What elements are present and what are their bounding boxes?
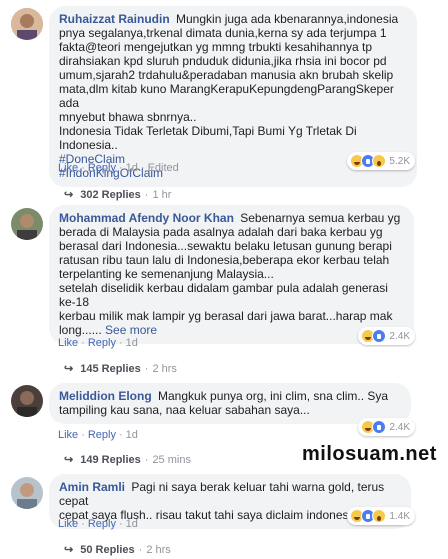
comment-author[interactable]: Amin Ramli [59,480,125,494]
like-link[interactable]: Like [58,518,78,530]
replies-time: 2 hrs [146,544,171,556]
timestamp[interactable]: 1d [126,337,138,349]
comment-actions: Like · Reply · 1d [58,337,138,349]
see-more-link[interactable]: See more [105,323,157,337]
comment-author[interactable]: Ruhaizzat Rainudin [59,12,170,26]
reply-arrow-icon: ↪ [64,189,74,201]
timestamp[interactable]: 1d [126,162,138,174]
reactions-summary[interactable]: 2.4K [358,418,415,436]
comment-text-line: tampiling kau sana, naa keluar sabahan s… [59,403,310,417]
avatar[interactable] [11,385,43,417]
comment-text-line: Mungkin juga ada kbenarannya,indonesia [176,12,399,26]
reply-arrow-icon: ↪ [64,454,74,466]
avatar[interactable] [11,8,43,40]
comment-text-line: setelah diselidik kerbau didalam gambar … [59,281,388,309]
comment-text-line: Indonesia Tidak Terletak Dibumi,Tapi Bum… [59,124,357,152]
comment-text-line: berasal dari Indonesia...sewaktu belaku … [59,239,392,253]
reactions-summary[interactable]: 2.4K [358,327,415,345]
comment-actions: Like · Reply · 1d · Edited [58,162,179,174]
reaction-count: 2.4K [389,330,410,342]
timestamp[interactable]: 1d [126,429,138,441]
like-link[interactable]: Like [58,429,78,441]
wow-icon [372,154,387,168]
comment-text-line: dirahsiakan kpd sluruh pnduduk didunia,j… [59,54,387,68]
comment-text-line: mata,dlm kitab kuno MarangKerapuKepungde… [59,82,394,110]
reply-arrow-icon: ↪ [64,363,74,375]
replies-time: 1 hr [152,189,172,201]
like-icon [372,420,387,434]
comment-text-line: Mangkuk punya org, ini clim, sna clim.. … [158,389,389,403]
comment-author[interactable]: Mohammad Afendy Noor Khan [59,211,234,225]
comment-author[interactable]: Meliddion Elong [59,389,152,403]
view-replies-link[interactable]: ↪ 50 Replies · 2 hrs [64,543,171,556]
reactions-summary[interactable]: 5.2K [347,152,415,170]
like-link[interactable]: Like [58,162,78,174]
like-icon [372,329,387,343]
reply-arrow-icon: ↪ [64,544,74,556]
comment-actions: Like · Reply · 1d [58,429,138,441]
comment-bubble: Meliddion Elong Mangkuk punya org, ini c… [49,383,411,424]
timestamp[interactable]: 1d [126,518,138,530]
wow-icon [372,509,387,523]
comment-text-line: mnyebut bhawa sbnrnya.. [59,110,197,124]
like-link[interactable]: Like [58,337,78,349]
comment-text-line: ratusan ribu taun lalu di Indonesia,bebe… [59,253,390,267]
replies-count: 302 Replies [80,189,141,201]
comment-text-line: Sebenarnya semua kerbau yg [240,211,401,225]
replies-count: 149 Replies [80,454,141,466]
view-replies-link[interactable]: ↪ 149 Replies · 25 mins [64,453,191,466]
comment-text-line: long...... [59,323,102,337]
view-replies-link[interactable]: ↪ 302 Replies · 1 hr [64,188,171,201]
avatar[interactable] [11,477,43,509]
edited-label[interactable]: Edited [148,162,179,174]
comment-text-line: pnya segalanya,trkenal dimata dunia,kern… [59,26,387,40]
reaction-count: 5.2K [389,155,410,167]
replies-time: 2 hrs [152,363,177,375]
reply-link[interactable]: Reply [88,162,116,174]
replies-count: 145 Replies [80,363,141,375]
reply-link[interactable]: Reply [88,337,116,349]
replies-time: 25 mins [152,454,191,466]
view-replies-link[interactable]: ↪ 145 Replies · 2 hrs [64,362,177,375]
reply-link[interactable]: Reply [88,429,116,441]
reply-link[interactable]: Reply [88,518,116,530]
reactions-summary[interactable]: 1.4K [347,507,415,525]
replies-count: 50 Replies [80,544,135,556]
avatar[interactable] [11,208,43,240]
comment-actions: Like · Reply · 1d [58,518,138,530]
comment-text-line: umum,sjarah2 trdahulu&peradaban manusia … [59,68,394,82]
comment-text-line: fakta@teori mengejutkan yg mmng trbukti … [59,40,373,54]
comment-bubble: Mohammad Afendy Noor Khan Sebenarnya sem… [49,205,414,344]
watermark-text: milosuam.net [302,443,437,465]
reaction-count: 1.4K [389,510,410,522]
comment-text-line: terpelanting ke semenanjung Malaysia... [59,267,274,281]
comment-text-line: kerbau milik mak lampir yg berasal dari … [59,309,393,323]
comment-text-line: berada di Malaysia pada asalnya adalah d… [59,225,383,239]
reaction-count: 2.4K [389,421,410,433]
